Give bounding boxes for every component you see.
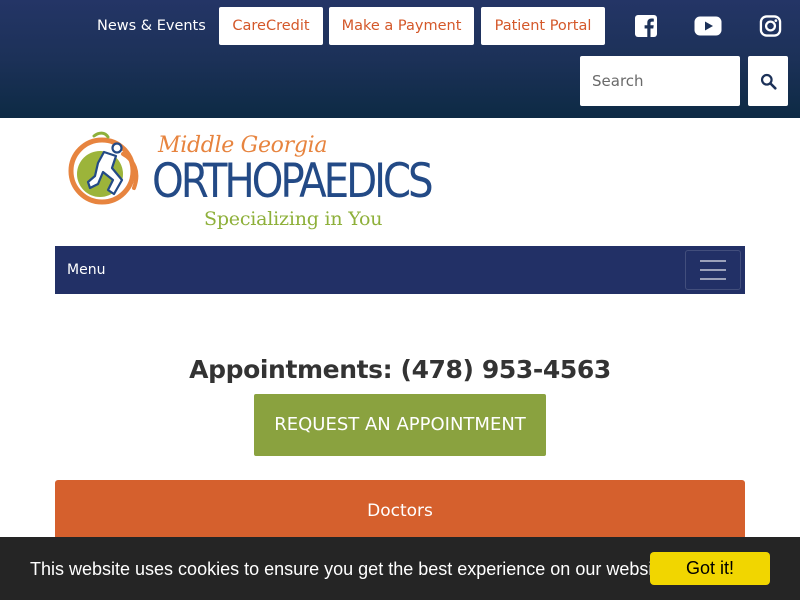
cookie-accept-button[interactable]: Got it! [650, 552, 770, 585]
menu-label[interactable]: Menu [67, 261, 105, 279]
search-button[interactable] [748, 56, 788, 106]
hamburger-line [700, 278, 726, 280]
doctors-button[interactable]: Doctors [55, 480, 745, 542]
main-navbar: Menu [55, 246, 745, 294]
news-events-link[interactable]: News & Events [97, 17, 206, 35]
logo-emblem-icon [68, 131, 139, 205]
cookie-message: This website uses cookies to ensure you … [30, 559, 668, 579]
patient-portal-button[interactable]: Patient Portal [481, 7, 605, 45]
logo-title: ORTHOPAEDICS [152, 154, 434, 209]
site-logo[interactable]: Middle Georgia ORTHOPAEDICS Specializing… [68, 128, 434, 236]
instagram-icon[interactable] [759, 14, 782, 38]
make-payment-button[interactable]: Make a Payment [329, 7, 474, 45]
hamburger-line [700, 269, 726, 271]
search-input[interactable] [580, 56, 740, 106]
youtube-icon[interactable] [694, 14, 722, 38]
hamburger-line [700, 260, 726, 262]
logo-tagline: Specializing in You [204, 208, 383, 230]
hamburger-icon[interactable] [685, 250, 741, 290]
appointments-phone[interactable]: Appointments: (478) 953-4563 [0, 355, 800, 384]
request-appointment-button[interactable]: REQUEST AN APPOINTMENT [254, 394, 546, 456]
top-header: News & Events CareCredit Make a Payment … [0, 0, 800, 118]
facebook-icon[interactable] [634, 14, 658, 38]
carecredit-button[interactable]: CareCredit [219, 7, 323, 45]
search-icon [760, 73, 777, 90]
cookie-banner: This website uses cookies to ensure you … [0, 537, 800, 600]
